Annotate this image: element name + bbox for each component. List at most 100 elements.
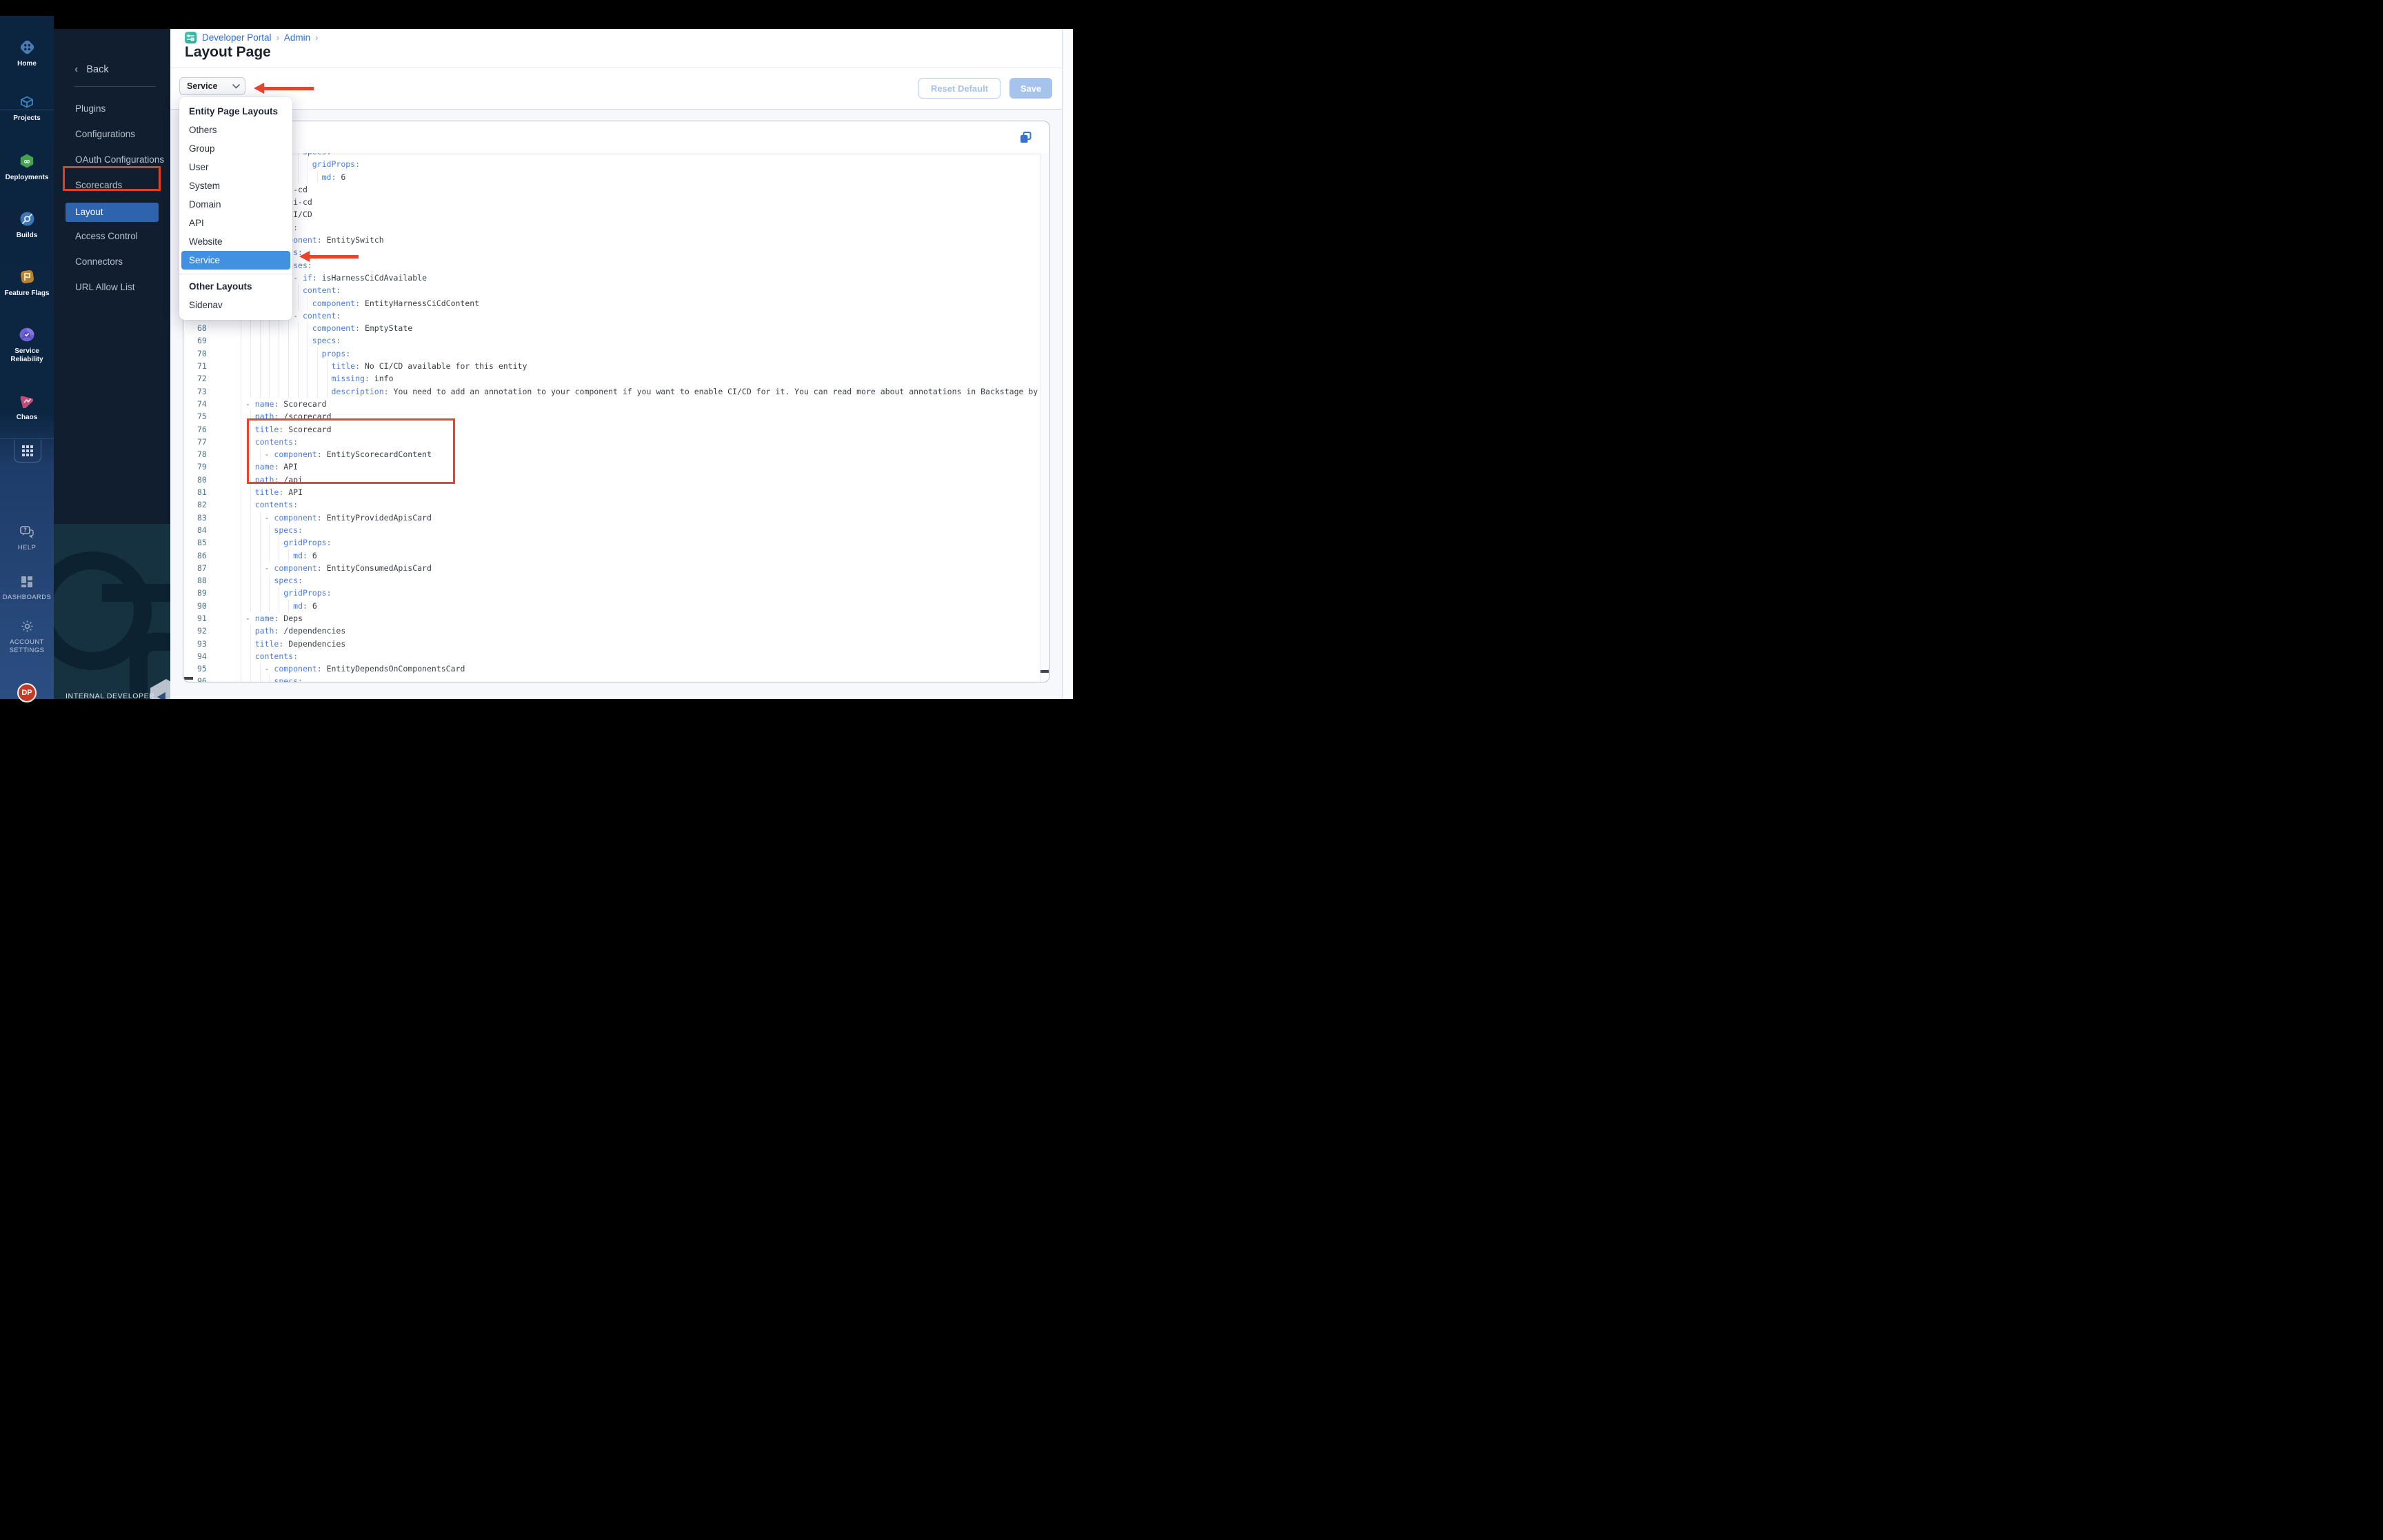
module-selector-button[interactable] [14, 440, 41, 463]
menu-item-others[interactable]: Others [179, 121, 292, 139]
main-content: Developer Portal › Admin › Layout Page Serv… [170, 29, 1062, 699]
rail-item-help[interactable]: ? HELP [0, 526, 54, 552]
code-line-55: 55 gridProps: [183, 158, 1041, 171]
save-button[interactable]: Save [1009, 78, 1052, 99]
menu-group-header: Entity Page Layouts [189, 106, 279, 116]
idp-logo-triangle [157, 692, 165, 699]
window-top-bar [0, 0, 1073, 29]
sidebar-item-layout[interactable]: Layout [66, 203, 159, 222]
entity-layout-select-value: Service [187, 81, 218, 91]
code-line-87: 87 - component: EntityConsumedApisCard [183, 561, 1041, 575]
home-icon [20, 40, 34, 58]
breadcrumb-separator: › [276, 32, 279, 43]
sidebar-item-access-control[interactable]: Access Control [54, 227, 170, 246]
code-line-90: 90 md: 6 [183, 599, 1041, 612]
decorative-bar [102, 584, 170, 602]
menu-item-sidenav[interactable]: Sidenav [179, 296, 292, 314]
horizontal-scrollbar-thumb[interactable] [184, 677, 193, 680]
rail-item-home[interactable]: Home [0, 40, 54, 68]
rail-item-dashboards[interactable]: DASHBOARDS [0, 576, 54, 602]
svg-text:∞: ∞ [23, 156, 30, 166]
menu-group-header: Other Layouts [189, 281, 252, 292]
copy-icon[interactable] [1020, 132, 1032, 143]
annotation-arrow-service [299, 251, 310, 262]
code-line-89: 89 gridProps: [183, 587, 1041, 600]
builds-icon [20, 212, 34, 230]
code-line-91: 91 - name: Deps [183, 611, 1041, 625]
code-line-96: 96 specs: [183, 675, 1041, 682]
reset-default-button[interactable]: Reset Default [918, 78, 1001, 99]
code-line-57: 57 - name: ci-cd [183, 183, 1041, 196]
breadcrumb-developer-portal[interactable]: Developer Portal [202, 32, 272, 43]
rail-item-label: Chaos [16, 414, 38, 421]
menu-item-user[interactable]: User [179, 158, 292, 176]
chevron-down-icon [232, 83, 240, 89]
code-line-81: 81 title: API [183, 486, 1041, 499]
rail-item-deployments[interactable]: ∞ Deployments [0, 154, 54, 182]
chaos-icon [19, 394, 34, 412]
help-icon: ? [20, 526, 34, 542]
vertical-scrollbar-thumb[interactable] [1040, 670, 1049, 673]
code-line-95: 95 - component: EntityDependsOnComponent… [183, 662, 1041, 676]
back-label: Back [86, 64, 109, 75]
code-line-94: 94 contents: [183, 649, 1041, 663]
code-line-74: 74 - name: Scorecard [183, 397, 1041, 411]
page-title: Layout Page [185, 44, 271, 60]
code-line-86: 86 md: 6 [183, 549, 1041, 562]
rail-item-label: Projects [13, 114, 41, 122]
menu-item-group[interactable]: Group [179, 139, 292, 158]
menu-item-system[interactable]: System [179, 176, 292, 195]
scorecard-annotation-box [247, 418, 455, 484]
page-header: Developer Portal › Admin › Layout Page [170, 29, 1062, 68]
sidebar-item-url-allow-list[interactable]: URL Allow List [54, 278, 170, 297]
sidebar-item-plugins[interactable]: Plugins [54, 99, 170, 119]
code-line-67: 67 - content: [183, 309, 1041, 323]
menu-item-api[interactable]: API [179, 214, 292, 232]
rail-item-label: Deployments [5, 174, 49, 181]
rail-item-label: Service Reliability [10, 347, 43, 363]
service-reliability-icon [19, 327, 34, 345]
sidebar-item-configurations[interactable]: Configurations [54, 125, 170, 144]
annotation-arrow-selector [254, 83, 264, 94]
code-line-93: 93 title: Dependencies [183, 637, 1041, 650]
back-button[interactable]: ‹ Back [74, 63, 109, 76]
sidebar-footer: INTERNAL DEVELOPER Portal [54, 524, 170, 699]
admin-sidebar: ‹ Back Plugins Configurations OAuth Configu… [54, 29, 170, 699]
rail-item-label: DASHBOARDS [2, 594, 52, 601]
sidebar-item-connectors[interactable]: Connectors [54, 252, 170, 272]
module-rail: Home Projects ∞ Deployments Builds Feature Fl… [0, 16, 54, 702]
menu-item-website[interactable]: Website [179, 232, 292, 251]
rail-item-feature-flags[interactable]: Feature Flags [0, 270, 54, 298]
code-line-64: 64 - if: isHarnessCiCdAvailable [183, 271, 1041, 285]
rail-item-chaos[interactable]: Chaos [0, 394, 54, 422]
breadcrumb: Developer Portal › Admin › [202, 32, 323, 43]
rail-divider [0, 438, 54, 439]
entity-layout-menu: Entity Page Layouts Others Group User System… [179, 97, 292, 320]
feature-flags-icon [20, 270, 34, 287]
code-line-59: 59 title: CI/CD [183, 208, 1041, 221]
rail-item-projects[interactable]: Projects [0, 95, 54, 123]
menu-item-service[interactable]: Service [181, 251, 290, 270]
code-line-65: 65 content: [183, 284, 1041, 297]
code-line-85: 85 gridProps: [183, 536, 1041, 549]
avatar[interactable]: DP [17, 683, 37, 702]
sidebar-divider [74, 86, 156, 87]
yaml-code-viewport[interactable]: 54 specs:55 gridProps:56 md: 657 - name:… [183, 153, 1041, 682]
entity-layout-select[interactable]: Service [179, 77, 245, 95]
layout-annotation-box [63, 166, 161, 191]
breadcrumb-admin[interactable]: Admin [284, 32, 310, 43]
code-line-71: 71 title: No CI/CD available for this en… [183, 360, 1041, 373]
editor-card-header [183, 121, 1049, 153]
code-line-73: 73 description: You need to add an annot… [183, 385, 1041, 398]
code-line-61: 61 - component: EntitySwitch [183, 234, 1041, 247]
editor-scrollbar-track[interactable] [1040, 153, 1049, 682]
rail-item-builds[interactable]: Builds [0, 212, 54, 240]
page-scrollbar[interactable] [1062, 29, 1073, 699]
breadcrumb-separator: › [315, 32, 319, 43]
rail-item-service-reliability[interactable]: Service Reliability [0, 327, 54, 363]
developer-portal-icon [185, 32, 197, 43]
rail-item-account-settings[interactable]: ACCOUNT SETTINGS [0, 620, 54, 654]
menu-item-domain[interactable]: Domain [179, 195, 292, 214]
code-line-70: 70 props: [183, 347, 1041, 361]
code-line-92: 92 path: /dependencies [183, 625, 1041, 638]
